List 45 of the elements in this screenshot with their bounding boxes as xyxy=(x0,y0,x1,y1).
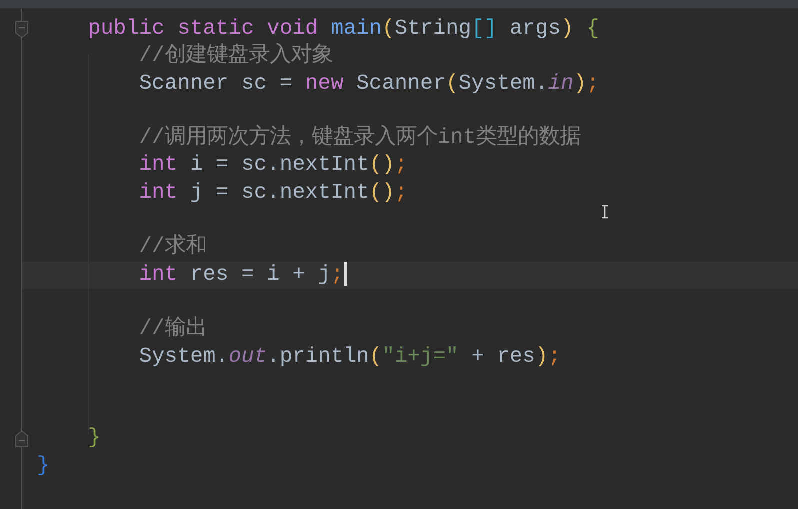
code-token: System. xyxy=(458,72,548,96)
code-token: args xyxy=(510,17,562,41)
code-token: int xyxy=(139,180,178,205)
code-token: System. xyxy=(139,344,229,369)
code-token: } xyxy=(88,426,101,450)
fold-marker-icon[interactable] xyxy=(15,20,29,39)
code-token: ( xyxy=(446,72,459,96)
code-token: String xyxy=(394,17,472,41)
code-comment: //输出 xyxy=(139,317,207,342)
code-token: ; xyxy=(548,344,562,369)
code-token: public static void xyxy=(88,17,320,41)
code-token: Scanner sc = xyxy=(139,72,294,96)
code-token: + res xyxy=(472,344,536,369)
code-comment: //求和 xyxy=(139,235,207,260)
code-token: int xyxy=(139,153,178,178)
code-token: () xyxy=(369,180,395,205)
code-comment: //调用两次方法，键盘录入两个int类型的数据 xyxy=(139,126,582,150)
text-cursor-icon xyxy=(601,205,609,219)
fold-marker-icon[interactable] xyxy=(15,430,29,448)
code-token: i = sc.nextInt xyxy=(190,153,370,178)
code-token: [] xyxy=(472,17,498,41)
code-token: ; xyxy=(394,153,408,178)
code-comment: //创建键盘录入对象 xyxy=(139,44,333,68)
code-token: "i+j=" xyxy=(382,344,459,369)
code-token: ( xyxy=(382,17,395,41)
code-token: Scanner xyxy=(356,72,446,96)
code-token: ; xyxy=(586,72,600,96)
code-token: ) xyxy=(535,344,548,369)
code-token: ( xyxy=(369,344,382,369)
code-token: main xyxy=(330,17,382,41)
code-token: ; xyxy=(330,262,344,287)
code-token: out xyxy=(228,344,268,369)
code-token: res = i + j xyxy=(190,262,331,287)
code-token: int xyxy=(139,262,178,287)
code-token: ) xyxy=(574,72,587,96)
code-token: .println xyxy=(267,344,370,369)
text-caret xyxy=(344,262,347,286)
code-token: { xyxy=(586,17,600,41)
code-token: } xyxy=(37,454,50,478)
code-token: new xyxy=(305,72,344,96)
code-token: ; xyxy=(394,180,408,205)
code-token: () xyxy=(369,153,395,178)
code-token: j = sc.nextInt xyxy=(190,180,370,205)
code-token: in xyxy=(548,72,574,96)
code-token: ) xyxy=(561,17,574,41)
